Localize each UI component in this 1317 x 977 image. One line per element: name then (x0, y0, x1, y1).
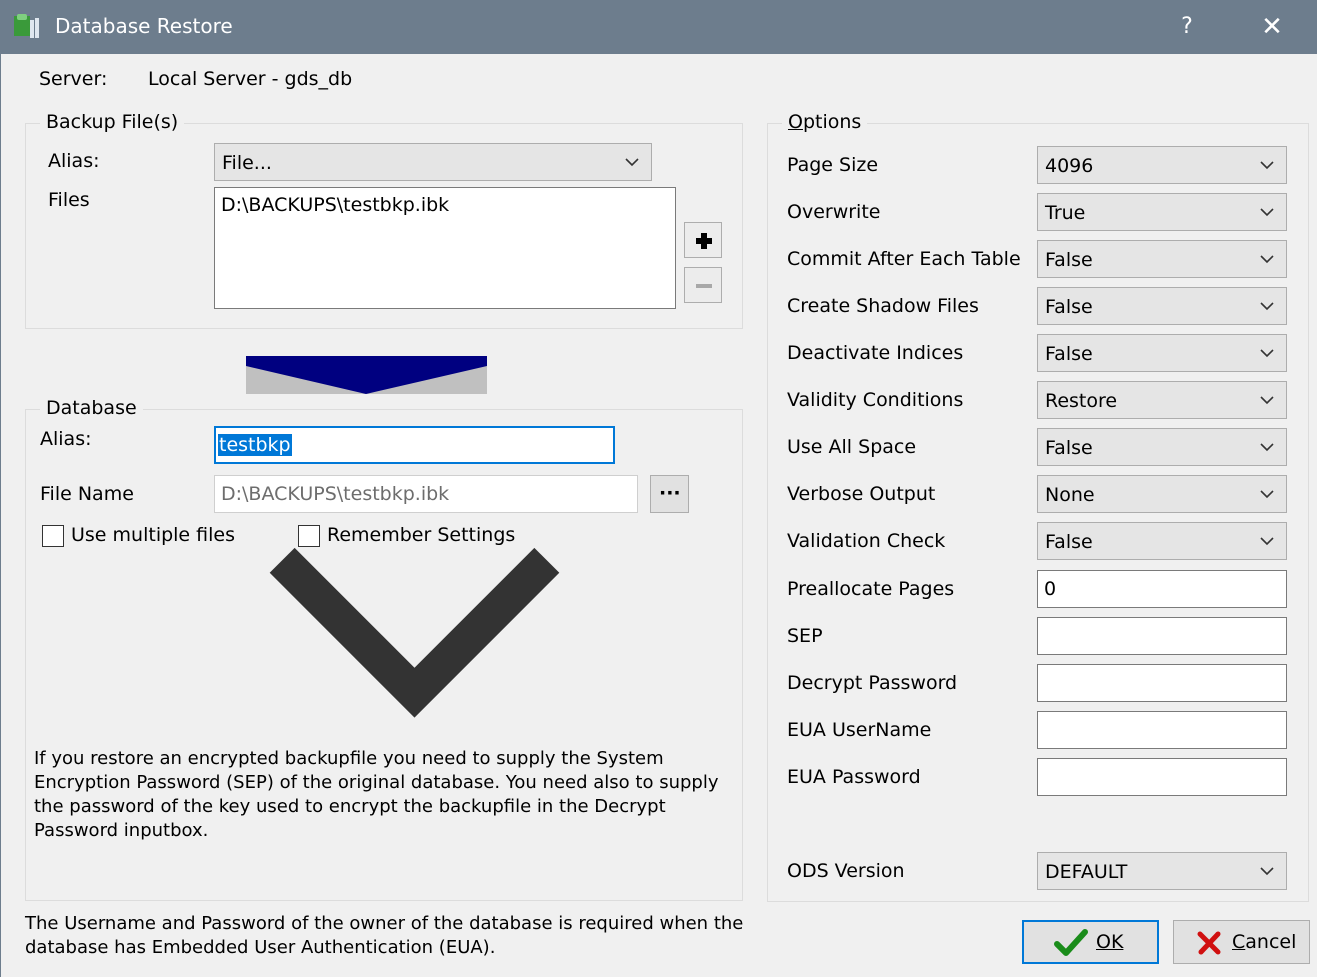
overwrite-label: Overwrite (787, 201, 881, 223)
preallocate-pages-value: 0 (1044, 578, 1057, 600)
window-title: Database Restore (55, 14, 233, 38)
backup-alias-combo[interactable]: File... (214, 143, 652, 181)
eua-note: The Username and Password of the owner o… (25, 913, 744, 958)
commit-after-each-table-label: Commit After Each Table (787, 248, 1021, 270)
page-size-select[interactable]: 4096 (1037, 146, 1287, 184)
database-alias-value[interactable]: testbkp (218, 434, 292, 456)
dialog-body: Server: Local Server - gds_db Backup Fil… (0, 54, 1317, 977)
deactivate-indices-label: Deactivate Indices (787, 342, 964, 364)
server-value: Local Server - gds_db (148, 68, 353, 90)
verbose-output-value: None (1045, 484, 1095, 506)
chevron-down-icon (1260, 537, 1274, 546)
ok-button[interactable]: OK (1022, 920, 1159, 964)
chevron-down-icon (1260, 490, 1274, 499)
database-alias-combo[interactable]: testbkp (214, 426, 615, 718)
remember-settings-checkbox[interactable] (298, 525, 320, 547)
chevron-down-icon (1260, 867, 1274, 876)
checkmark-icon (1054, 929, 1088, 956)
overwrite-value: True (1045, 202, 1086, 224)
encryption-note: If you restore an encrypted backupfile y… (34, 748, 719, 841)
backup-files-legend: Backup File(s) (40, 111, 185, 133)
chevron-down-icon (1260, 396, 1274, 405)
browse-button[interactable]: ··· (650, 475, 689, 513)
verbose-output-select[interactable]: None (1037, 475, 1287, 513)
create-shadow-files-select[interactable]: False (1037, 287, 1287, 325)
file-name-label: File Name (40, 483, 134, 505)
page-size-label: Page Size (787, 154, 879, 176)
app-icon (14, 14, 39, 38)
use-multiple-files-checkbox[interactable] (42, 525, 64, 547)
cancel-button[interactable]: Cancel (1173, 920, 1310, 964)
ods-version-select[interactable]: DEFAULT (1037, 852, 1287, 890)
chevron-down-icon (1260, 208, 1274, 217)
sep-field[interactable] (1037, 617, 1287, 655)
validity-conditions-value: Restore (1045, 390, 1118, 412)
remove-icon (696, 284, 712, 288)
chevron-down-icon (625, 158, 639, 167)
backup-alias-value: File... (222, 152, 272, 174)
preallocate-pages-field[interactable]: 0 (1037, 570, 1287, 608)
preallocate-pages-label: Preallocate Pages (787, 578, 955, 600)
files-label: Files (48, 189, 90, 211)
validation-check-value: False (1045, 531, 1093, 553)
chevron-down-icon (1260, 161, 1274, 170)
chevron-down-icon (1260, 349, 1274, 358)
validity-conditions-label: Validity Conditions (787, 389, 964, 411)
page-size-value: 4096 (1045, 155, 1094, 177)
ods-version-label: ODS Version (787, 860, 905, 882)
use-all-space-value: False (1045, 437, 1093, 459)
validity-conditions-select[interactable]: Restore (1037, 381, 1287, 419)
ods-version-value: DEFAULT (1045, 861, 1128, 883)
verbose-output-label: Verbose Output (787, 483, 936, 505)
chevron-down-icon (1260, 302, 1274, 311)
remember-settings-label: Remember Settings (327, 524, 516, 546)
file-list-item[interactable]: D:\BACKUPS\testbkp.ibk (221, 194, 449, 216)
validation-check-select[interactable]: False (1037, 522, 1287, 560)
create-shadow-files-value: False (1045, 296, 1093, 318)
deactivate-indices-select[interactable]: False (1037, 334, 1287, 372)
cancel-x-icon (1197, 931, 1221, 955)
remove-file-button[interactable] (684, 267, 722, 303)
add-file-button[interactable] (684, 222, 722, 258)
eua-password-label: EUA Password (787, 766, 921, 788)
backup-files-group: Backup File(s) Alias: File... Files D:\B… (25, 111, 743, 329)
ok-label: OK (1096, 931, 1124, 953)
use-multiple-files-label: Use multiple files (71, 524, 235, 546)
eua-username-label: EUA UserName (787, 719, 932, 741)
help-icon[interactable]: ? (1165, 8, 1209, 46)
use-all-space-select[interactable]: False (1037, 428, 1287, 466)
decrypt-password-label: Decrypt Password (787, 672, 958, 694)
database-alias-label: Alias: (40, 428, 92, 450)
cancel-label: Cancel (1232, 931, 1297, 953)
database-group: Database Alias: testbkp File Name D:\BAC… (25, 397, 743, 901)
create-shadow-files-label: Create Shadow Files (787, 295, 979, 317)
use-all-space-label: Use All Space (787, 436, 917, 458)
backup-alias-label: Alias: (48, 150, 100, 172)
decrypt-password-field[interactable] (1037, 664, 1287, 702)
validation-check-label: Validation Check (787, 530, 946, 552)
close-icon[interactable]: ✕ (1248, 8, 1296, 46)
eua-password-field[interactable] (1037, 758, 1287, 796)
server-label: Server: (39, 68, 108, 90)
add-icon (696, 233, 712, 249)
chevron-down-icon (1260, 255, 1274, 264)
chevron-down-icon (1260, 443, 1274, 452)
database-legend: Database (40, 397, 143, 419)
sep-label: SEP (787, 625, 823, 647)
overwrite-select[interactable]: True (1037, 193, 1287, 231)
file-name-field[interactable]: D:\BACKUPS\testbkp.ibk (214, 475, 638, 513)
eua-username-field[interactable] (1037, 711, 1287, 749)
deactivate-indices-value: False (1045, 343, 1093, 365)
title-bar: Database Restore ? ✕ (0, 0, 1317, 54)
commit-after-each-table-select[interactable]: False (1037, 240, 1287, 278)
restore-direction-arrow (246, 356, 487, 394)
options-legend: Options (782, 111, 868, 133)
files-list[interactable]: D:\BACKUPS\testbkp.ibk (214, 187, 676, 309)
commit-after-each-table-value: False (1045, 249, 1093, 271)
file-name-value: D:\BACKUPS\testbkp.ibk (221, 483, 450, 505)
